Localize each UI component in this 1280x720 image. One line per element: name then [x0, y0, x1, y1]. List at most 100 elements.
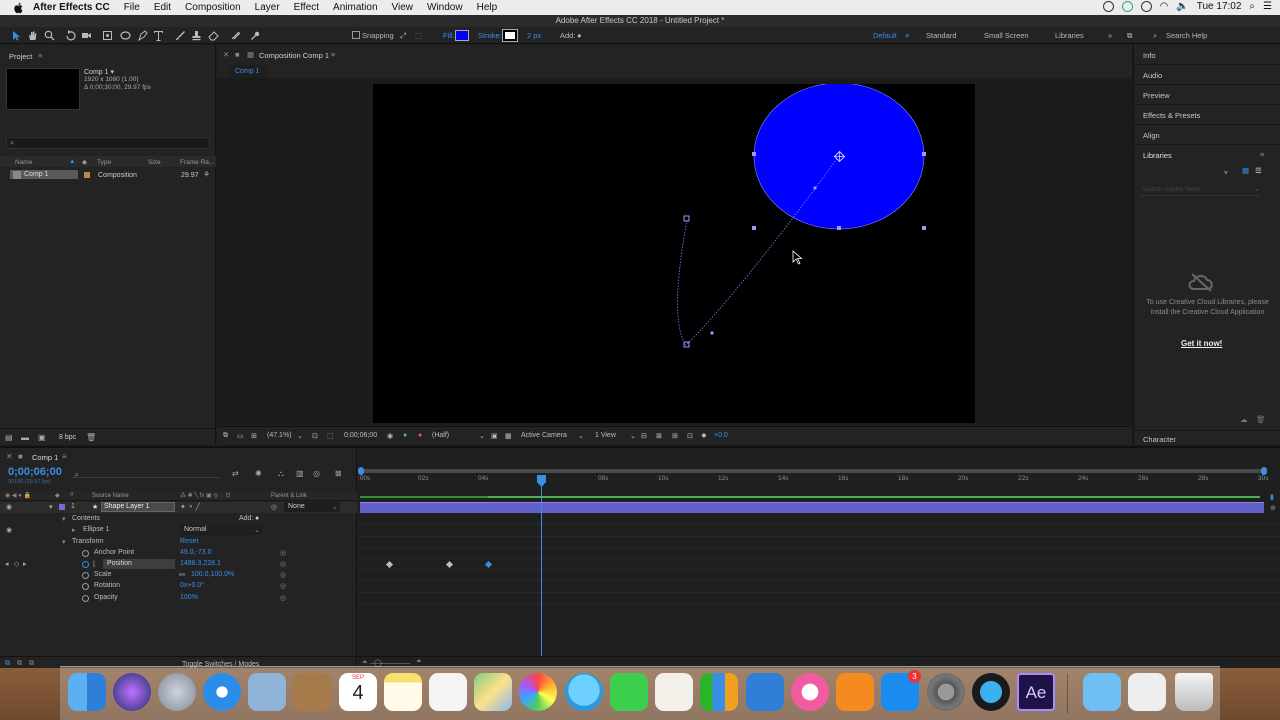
opacity-stopwatch-icon[interactable]	[82, 595, 89, 602]
handle-left[interactable]	[752, 152, 756, 156]
panel-character[interactable]: Character	[1143, 435, 1176, 444]
ellipse-tool-icon[interactable]	[120, 30, 131, 41]
add-keyframe-icon[interactable]: ◇	[14, 560, 19, 568]
menu-layer[interactable]: Layer	[255, 2, 280, 13]
mail-icon[interactable]	[248, 673, 286, 711]
library-sync-icon[interactable]: ☁	[1240, 415, 1248, 424]
menu-animation[interactable]: Animation	[333, 2, 377, 13]
draft-3d-icon[interactable]: ✺	[255, 469, 262, 478]
keyframe-start[interactable]	[683, 215, 690, 222]
comp-breadcrumb-label[interactable]: Comp 1	[235, 68, 260, 75]
bezier-handle[interactable]	[710, 331, 714, 335]
zoom-in-icon[interactable]: ⏶	[416, 658, 422, 666]
stroke-label[interactable]: Stroke:	[478, 31, 502, 40]
grid-view-icon[interactable]: ▦	[1242, 166, 1249, 175]
pen-tool-icon[interactable]	[137, 30, 148, 42]
transparency-grid-icon[interactable]: ▦	[505, 432, 512, 440]
system-preferences-icon[interactable]	[927, 673, 965, 711]
new-comp-icon[interactable]: ▣	[38, 433, 46, 442]
label-icon[interactable]: ◆	[82, 158, 87, 166]
layer-twirl-icon[interactable]: ▾	[49, 503, 53, 511]
pages-icon[interactable]	[655, 673, 693, 711]
region-icon[interactable]: ▭	[237, 432, 244, 440]
timeline-search-icon[interactable]: ⌕	[74, 469, 79, 480]
add-shape-icon[interactable]: ●	[577, 31, 582, 40]
prev-keyframe-icon[interactable]: ◂	[5, 560, 9, 568]
library-trash-icon[interactable]: 🗑	[1256, 415, 1266, 424]
fit-icon[interactable]: ⊞	[251, 432, 257, 440]
project-tab[interactable]: Project	[9, 52, 32, 61]
workspace-libraries[interactable]: Libraries	[1055, 31, 1084, 40]
menu-view[interactable]: View	[392, 2, 414, 13]
add-shape-label[interactable]: Add:	[560, 31, 575, 40]
library-dropdown-icon[interactable]: ▾	[1224, 168, 1228, 177]
messages-icon[interactable]	[565, 673, 603, 711]
interpret-footage-icon[interactable]: ▤	[5, 433, 13, 442]
col-parent-link[interactable]: Parent & Link	[271, 493, 307, 499]
stock-search-input[interactable]: Search Adobe Stock	[1140, 184, 1260, 196]
handle-bottom-right[interactable]	[922, 226, 926, 230]
property-position[interactable]: ◂ ◇ ▸ ⌊ Position 1488.3,228.1 ◎	[0, 559, 357, 570]
documents-stack-icon[interactable]	[1128, 673, 1166, 711]
layer-switches-icon[interactable]: ✦ ⚬ ╱	[180, 503, 200, 511]
zoom-level[interactable]: (47.1%)	[267, 432, 292, 439]
property-rotation[interactable]: Rotation 0x+0.0° ◎	[0, 581, 357, 592]
trash-dock-icon[interactable]	[1175, 673, 1213, 711]
scale-pickwhip-icon[interactable]: ◎	[280, 571, 286, 579]
flowchart-toggle-icon[interactable]: ⊡	[687, 432, 693, 440]
position-pickwhip-icon[interactable]: ◎	[280, 560, 286, 568]
next-keyframe-icon[interactable]: ▸	[23, 560, 27, 568]
roto-brush-tool-icon[interactable]	[230, 30, 241, 41]
camera-chevron-icon[interactable]: ⌄	[578, 432, 584, 440]
comp-breadcrumb[interactable]: Comp 1	[228, 65, 268, 78]
maps-icon[interactable]	[474, 673, 512, 711]
blend-chevron-icon[interactable]: ⌄	[254, 526, 260, 534]
expand-layer-switches-icon[interactable]: ⧉	[5, 660, 10, 668]
mask-visibility-icon[interactable]: ⬚	[327, 432, 334, 440]
time-ruler[interactable]: :00s 02s 04s 08s 10s 12s 14s 16s 18s 20s 22s 24s 26s…	[358, 448, 1280, 488]
selection-tool-icon[interactable]	[11, 30, 22, 41]
bezier-handle-2[interactable]	[813, 186, 817, 190]
resolution-chevron-icon[interactable]: ⌄	[479, 432, 485, 440]
motion-blur-icon[interactable]: ◎	[313, 469, 320, 478]
search-help-icon[interactable]: ⌕	[1153, 31, 1157, 41]
handle-bottom[interactable]	[837, 226, 841, 230]
playhead-handle[interactable]	[537, 475, 546, 487]
ellipse-twirl-icon[interactable]: ▸	[72, 526, 76, 534]
chrome-icon[interactable]	[1121, 1, 1133, 12]
calendar-icon[interactable]: SEP 4	[339, 673, 377, 711]
contents-row[interactable]: ▾ Contents Add: ●	[0, 514, 357, 525]
col-type[interactable]: Type	[97, 159, 111, 166]
snapshot-icon[interactable]: ◉	[387, 432, 393, 440]
apple-icon[interactable]	[13, 2, 25, 14]
switches-col-icon[interactable]: ⁂ ✱ ╲ fx ▣ ◎ ◌ ⊡	[180, 492, 230, 499]
timeline-menu-icon[interactable]: ≡	[62, 452, 67, 461]
opacity-value[interactable]: 100%	[180, 594, 198, 601]
workspace-default[interactable]: Default	[873, 31, 897, 40]
position-keyframe-1[interactable]	[385, 560, 394, 569]
facetime-icon[interactable]	[610, 673, 648, 711]
anchor-point-value[interactable]: 49.0,-73.0	[180, 549, 212, 556]
position-value[interactable]: 1488.3,228.1	[180, 560, 221, 567]
snapping-checkbox[interactable]	[352, 31, 360, 39]
comp-panel-menu-icon[interactable]: ≡	[331, 50, 335, 59]
sync-settings-icon[interactable]: ⧉	[1127, 31, 1132, 41]
resolution-dropdown[interactable]: (Half)	[432, 432, 449, 439]
view-layout-dropdown[interactable]: 1 View	[595, 432, 616, 439]
layer-duration-bar[interactable]	[360, 502, 1264, 513]
composition-tab[interactable]: Composition Comp 1	[259, 51, 329, 60]
anchor-stopwatch-icon[interactable]	[82, 550, 89, 557]
reminders-icon[interactable]	[429, 673, 467, 711]
parent-value[interactable]: None	[288, 503, 305, 510]
grid-icon[interactable]: ⊡	[312, 432, 318, 440]
shy-layers-icon[interactable]: ⛬	[278, 469, 284, 479]
contacts-icon[interactable]	[293, 673, 331, 711]
property-scale[interactable]: Scale ⚯ 100.0,100.0% ◎	[0, 570, 357, 581]
pickwhip-icon[interactable]: ◎	[271, 503, 277, 511]
notes-icon[interactable]	[384, 673, 422, 711]
workspace-overflow-icon[interactable]: »	[1108, 31, 1112, 40]
timeline-toggle-icon[interactable]: ⊞	[672, 432, 678, 440]
finder-icon[interactable]	[68, 673, 106, 711]
ibooks-icon[interactable]	[836, 673, 874, 711]
layer-row[interactable]: ◉ ▾ 1 ★ Shape Layer 1 ✦ ⚬ ╱ ◎ None ⌄	[0, 502, 357, 513]
